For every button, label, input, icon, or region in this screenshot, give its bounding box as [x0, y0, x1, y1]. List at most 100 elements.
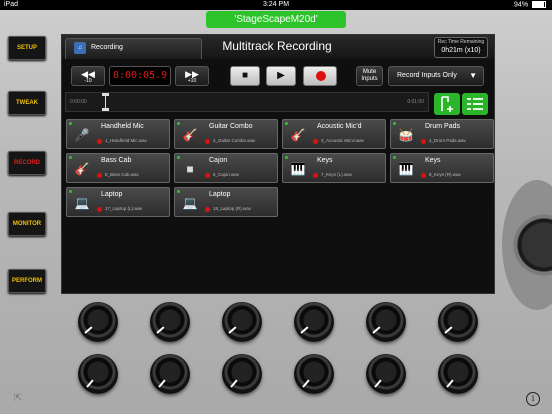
record-status-icon: [313, 173, 318, 178]
track-name: Laptop: [101, 191, 123, 198]
rotary-knob[interactable]: [438, 354, 478, 394]
rotary-knob[interactable]: [366, 302, 406, 342]
rotary-knob[interactable]: [78, 302, 118, 342]
rotary-knob[interactable]: [294, 354, 334, 394]
mute-inputs-label-1: Mute: [362, 69, 377, 75]
marker-list-icon: [467, 98, 483, 110]
timeline-end: 0:01:00: [407, 99, 424, 105]
knob-indicator: [158, 379, 166, 388]
rotary-knob[interactable]: [78, 354, 118, 394]
screen-header: ♫ Recording Multitrack Recording Rec Tim…: [62, 35, 494, 59]
rotary-knob[interactable]: [438, 302, 478, 342]
record-button[interactable]: [303, 66, 337, 86]
record-mode-select[interactable]: Record Inputs Only ▼: [388, 66, 484, 86]
track-file: 1_Handheld Mic.wav: [105, 138, 147, 143]
timeline-scrubber[interactable]: 0:00:00 0:01:00: [65, 92, 429, 112]
track-name: Acoustic Mic'd: [317, 123, 362, 130]
record-icon: [316, 71, 326, 81]
record-status-icon: [421, 139, 426, 144]
rotary-knob[interactable]: [222, 354, 262, 394]
track-name: Drum Pads: [425, 123, 461, 130]
resize-icon[interactable]: ⇱: [14, 393, 22, 404]
rewind-label: -10: [84, 78, 92, 84]
add-marker-button[interactable]: [434, 93, 460, 115]
record-status-icon: [421, 173, 426, 178]
mute-inputs-label-2: Inputs: [361, 76, 378, 82]
jog-wheel[interactable]: [502, 180, 552, 310]
rewind-button[interactable]: ◀◀ -10: [71, 66, 105, 86]
rotary-knob[interactable]: [222, 302, 262, 342]
forward-button[interactable]: ▶▶ +10: [175, 66, 209, 86]
info-icon[interactable]: i: [526, 392, 540, 406]
perform-button[interactable]: PERFORM: [8, 269, 46, 293]
app-icon: ♫: [74, 42, 86, 54]
status-bar: iPad 3:24 PM 94%: [0, 0, 552, 10]
drum-pads-icon: 🥁: [398, 128, 414, 142]
add-marker-icon: [441, 96, 453, 112]
knob-indicator: [300, 326, 309, 334]
keyboard-icon: 🎹: [290, 162, 306, 176]
microphone-icon: 🎤: [74, 128, 90, 142]
clock: 3:24 PM: [262, 1, 290, 8]
rec-time-remaining: Rec Time Remaining 0h21m (x10): [434, 37, 488, 58]
knob-indicator: [372, 326, 381, 334]
record-status-icon: [205, 207, 210, 212]
time-counter: 0:00:05.9: [109, 66, 171, 86]
track-tile[interactable]: 💻 Laptop 17_Laptop (L).wav: [66, 187, 170, 217]
rotary-knob[interactable]: [150, 354, 190, 394]
track-name: Bass Cab: [101, 157, 132, 164]
device-name-button[interactable]: 'StageScapeM20d': [206, 11, 346, 28]
recording-tab[interactable]: ♫ Recording: [65, 38, 202, 59]
track-name: Guitar Combo: [209, 123, 253, 130]
laptop-icon: 💻: [74, 196, 90, 210]
marker-list-button[interactable]: [462, 93, 488, 115]
forward-label: +10: [187, 78, 197, 84]
stop-button[interactable]: ■: [230, 66, 260, 86]
record-status-icon: [97, 139, 102, 144]
track-name: Laptop: [209, 191, 231, 198]
mute-inputs-button[interactable]: Mute Inputs: [356, 66, 383, 86]
record-mode-value: Record Inputs Only: [397, 72, 457, 79]
track-file: 18_Laptop (R).wav: [213, 206, 252, 211]
track-tile[interactable]: 🎹 Keys 7_Keys (L).wav: [282, 153, 386, 183]
rotary-knob[interactable]: [366, 354, 406, 394]
guitar-amp-icon: 🎸: [182, 128, 198, 142]
track-tile[interactable]: 🎸 Bass Cab 5_Bass Cab.wav: [66, 153, 170, 183]
setup-button[interactable]: SETUP: [8, 36, 46, 60]
cajon-icon: ■: [186, 162, 194, 176]
track-tile[interactable]: ■ Cajon 6_Cajon.wav: [174, 153, 278, 183]
track-tile[interactable]: 🎹 Keys 8_Keys (R).wav: [390, 153, 494, 183]
playhead-handle[interactable]: [102, 93, 109, 111]
page-title: Multitrack Recording: [222, 39, 332, 53]
record-status-icon: [313, 139, 318, 144]
knob-indicator: [86, 379, 94, 388]
knob-indicator: [302, 379, 310, 388]
battery-status: 94%: [514, 1, 546, 8]
track-name: Keys: [317, 157, 333, 164]
track-tile[interactable]: 💻 Laptop 18_Laptop (R).wav: [174, 187, 278, 217]
knob-indicator: [230, 379, 238, 388]
battery-icon: [532, 1, 546, 8]
rec-time-label: Rec Time Remaining: [437, 39, 485, 45]
laptop-icon: 💻: [182, 196, 198, 210]
play-button[interactable]: ▶: [266, 66, 296, 86]
rotary-knob[interactable]: [294, 302, 334, 342]
track-tile[interactable]: 🎤 Handheld Mic 1_Handheld Mic.wav: [66, 119, 170, 149]
rotary-knob[interactable]: [150, 302, 190, 342]
track-tile[interactable]: 🎸 Guitar Combo 2_Guitar Combo.wav: [174, 119, 278, 149]
record-mode-button[interactable]: RECORD: [8, 151, 46, 175]
recording-screen: ♫ Recording Multitrack Recording Rec Tim…: [61, 34, 495, 294]
timeline-start: 0:00:00: [70, 99, 87, 105]
tweak-button[interactable]: TWEAK: [8, 91, 46, 115]
record-status-icon: [205, 173, 210, 178]
track-file: 2_Guitar Combo.wav: [213, 138, 256, 143]
monitor-button[interactable]: MONITOR: [8, 212, 46, 236]
track-tile[interactable]: 🥁 Drum Pads 4_Drum Pads.wav: [390, 119, 494, 149]
track-tile[interactable]: 🎸 Acoustic Mic'd 3_Acoustic Mic'd.wav: [282, 119, 386, 149]
track-name: Handheld Mic: [101, 123, 144, 130]
knob-indicator: [444, 326, 453, 334]
track-file: 6_Cajon.wav: [213, 172, 240, 177]
track-file: 17_Laptop (L).wav: [105, 206, 143, 211]
track-file: 3_Acoustic Mic'd.wav: [321, 138, 364, 143]
track-name: Cajon: [209, 157, 228, 164]
